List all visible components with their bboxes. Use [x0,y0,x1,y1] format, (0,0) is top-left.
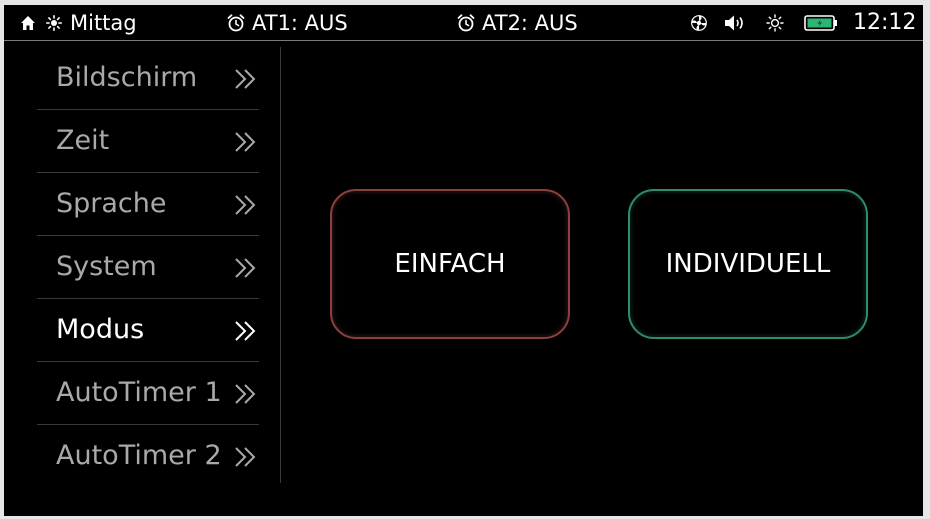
menu-item-autotimer-1[interactable]: AutoTimer 1 [37,362,259,425]
double-chevron-right-icon [235,447,256,467]
double-chevron-right-icon [235,321,256,341]
double-chevron-right-icon [235,195,256,215]
menu-item-label: Bildschirm [56,62,198,93]
menu-item-label: Sprache [56,188,167,219]
menu-item-bildschirm[interactable]: Bildschirm [37,47,259,110]
home-icon[interactable] [20,5,36,40]
fan-icon [690,14,708,32]
alarm-clock-icon [226,13,246,33]
double-chevron-right-icon [235,69,256,89]
menu-item-label: System [56,251,157,282]
menu-item-zeit[interactable]: Zeit [37,110,259,173]
menu-item-label: AutoTimer 2 [56,440,222,471]
battery-icon [804,14,838,32]
mode-label: Mittag [70,10,137,35]
menu-item-sprache[interactable]: Sprache [37,173,259,236]
brightness-icon[interactable] [766,13,784,32]
double-chevron-right-icon [235,132,256,152]
double-chevron-right-icon [235,384,256,404]
menu-item-label: Zeit [56,125,110,156]
device-frame: Mittag AT1: AUS AT2: AUS 12:12 Bildschir… [0,0,930,519]
system-icons [690,5,838,40]
alarm-clock-icon [456,13,476,33]
menu-item-label: Modus [56,314,145,345]
settings-menu: Bildschirm Zeit Sprache System Modus Aut… [4,47,281,483]
individuell-button[interactable]: INDIVIDUELL [628,189,868,339]
menu-item-system[interactable]: System [37,236,259,299]
double-chevron-right-icon [235,258,256,278]
speaker-icon[interactable] [724,14,748,32]
autotimer-2-status: AT2: AUS [456,5,578,40]
autotimer-1-label: AT1: AUS [252,10,348,35]
screen: Mittag AT1: AUS AT2: AUS 12:12 Bildschir… [4,5,923,516]
autotimer-1-status: AT1: AUS [226,5,348,40]
sun-icon [46,5,62,40]
menu-item-autotimer-2[interactable]: AutoTimer 2 [37,425,259,487]
menu-item-label: AutoTimer 1 [56,377,222,408]
autotimer-2-label: AT2: AUS [482,10,578,35]
einfach-button[interactable]: EINFACH [330,189,570,339]
clock: 12:12 [853,10,917,35]
menu-item-modus[interactable]: Modus [37,299,259,362]
status-bar: Mittag AT1: AUS AT2: AUS 12:12 [4,5,923,41]
